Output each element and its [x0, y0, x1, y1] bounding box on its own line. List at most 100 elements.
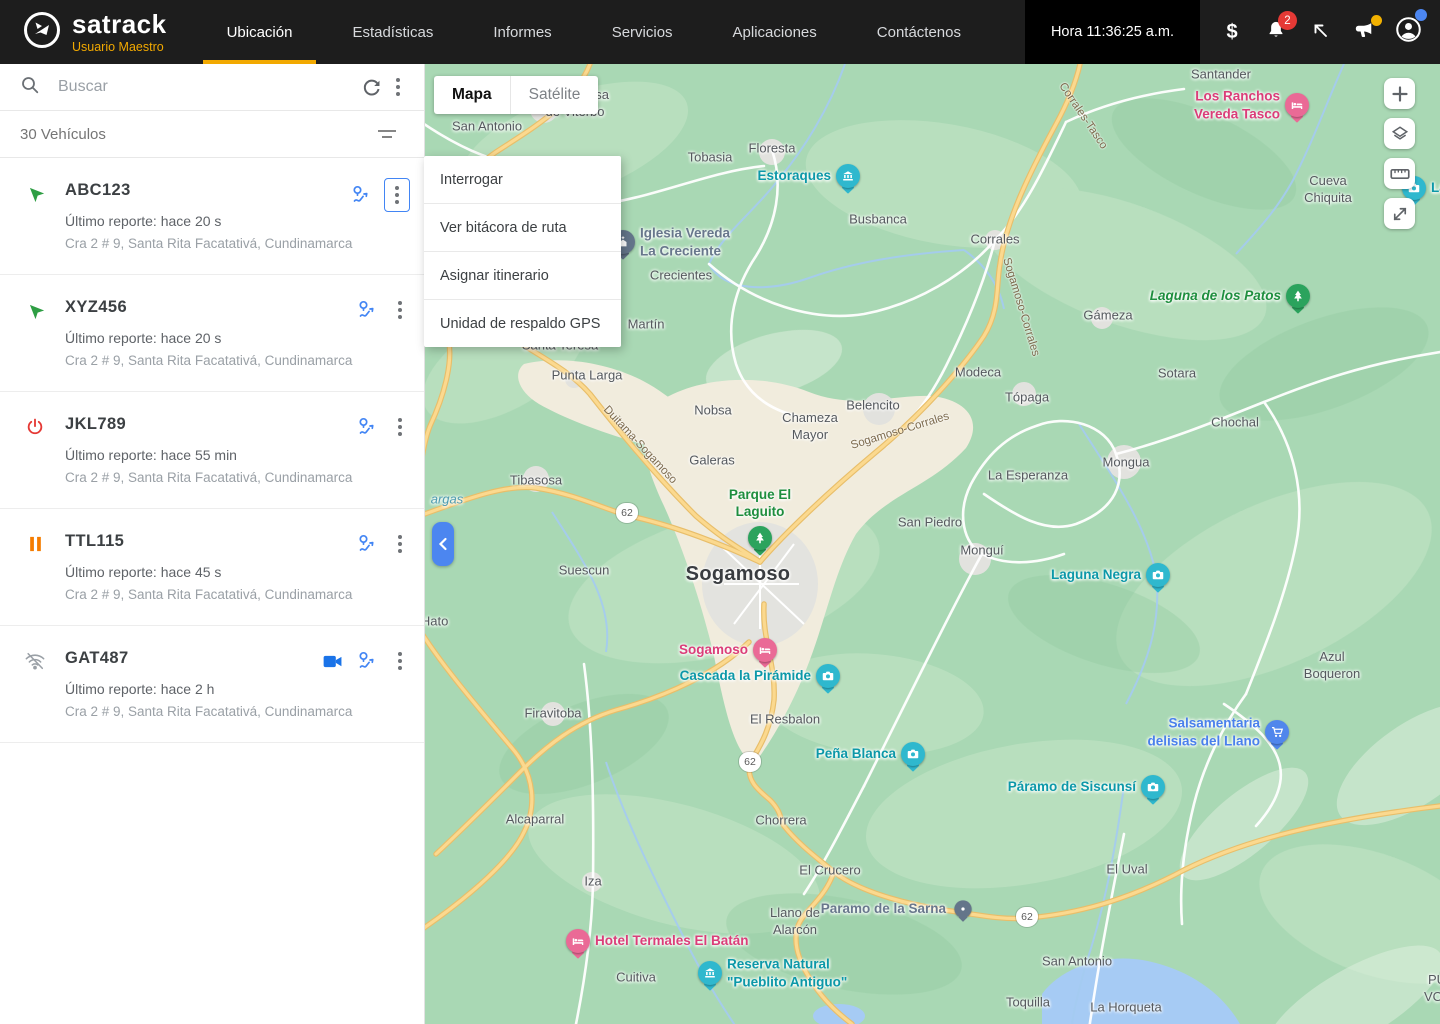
nav-item-servicios[interactable]: Servicios [582, 0, 703, 64]
map-label-llano-de-alarcon: Llano de Alarcón [770, 905, 820, 939]
notification-badge: 2 [1278, 11, 1297, 30]
bed-pin-icon[interactable] [753, 638, 777, 662]
camera-pin-icon[interactable] [1141, 775, 1165, 799]
vehicle-row-gat487[interactable]: GAT487Último reporte: hace 2 hCra 2 # 9,… [0, 626, 424, 743]
camera-pin-icon[interactable] [901, 742, 925, 766]
map-label-firavitoba: Firavitoba [524, 706, 581, 723]
brand-name: satrack [72, 11, 167, 37]
route-history-icon[interactable] [356, 533, 378, 555]
nav-item-informes[interactable]: Informes [463, 0, 581, 64]
map-label-azul-boqueron: Azul Boqueron [1304, 649, 1360, 683]
map-type-toggle: Mapa Satélite [434, 76, 598, 114]
poi-label: Cascada la Pirámide [680, 667, 811, 685]
poi-label: Páramo de Siscunsí [1008, 778, 1136, 796]
bed-pin-icon[interactable] [1285, 93, 1309, 117]
announcements-button[interactable] [1344, 11, 1384, 53]
ruler-button[interactable] [1384, 158, 1415, 189]
museum-pin-icon[interactable] [698, 961, 722, 985]
vehicle-last-report: Último reporte: hace 55 min [65, 447, 408, 463]
vehicle-menu-button[interactable] [390, 412, 410, 442]
map-label-nobsa: Nobsa [694, 403, 732, 420]
vehicle-row-xyz456[interactable]: XYZ456Último reporte: hace 20 sCra 2 # 9… [0, 275, 424, 392]
route-shield-62: 62 [616, 503, 638, 523]
nav-item-aplicaciones[interactable]: Aplicaciones [703, 0, 847, 64]
bed-pin-icon[interactable] [566, 929, 590, 953]
poi-label: Paramo de la Sarna [821, 900, 946, 918]
vehicle-row-ttl115[interactable]: TTL115Último reporte: hace 45 sCra 2 # 9… [0, 509, 424, 626]
sidebar-menu-button[interactable] [388, 72, 408, 102]
map-label-punta-larga: Punta Larga [552, 368, 623, 385]
map-label-topaga: Tópaga [1005, 390, 1049, 407]
vehicle-menu-button[interactable] [384, 178, 410, 212]
vehicle-last-report: Último reporte: hace 45 s [65, 564, 408, 580]
vehicle-row-jkl789[interactable]: JKL789Último reporte: hace 55 minCra 2 #… [0, 392, 424, 509]
map-label-modeca: Modeca [955, 365, 1001, 382]
vehicle-context-menu: InterrogarVer bitácora de rutaAsignar it… [424, 156, 621, 347]
refresh-button[interactable] [354, 70, 388, 104]
vehicle-count: 30 Vehículos [20, 126, 106, 143]
map-label-la-esperanza: La Esperanza [988, 468, 1068, 485]
search-bar [0, 64, 424, 111]
map-label-alcaparral: Alcaparral [506, 812, 565, 829]
map-label-galeras: Galeras [689, 453, 735, 470]
search-input[interactable] [56, 77, 354, 97]
poi-label: Los Ranchos Vereda Tasco [1194, 87, 1280, 122]
nav-item-contactenos[interactable]: Contáctenos [847, 0, 991, 64]
menu-item-interrogar[interactable]: Interrogar [424, 156, 621, 204]
camera-icon[interactable] [322, 654, 344, 669]
map-label-cueva-chiquita: Cueva Chiquita [1304, 173, 1352, 207]
vehicle-menu-button[interactable] [390, 295, 410, 325]
map-label-tibasosa: Tibasosa [510, 473, 562, 490]
map-label-gameza: Gámeza [1083, 308, 1132, 325]
route-shield-62: 62 [739, 752, 761, 772]
map-label-busbanca: Busbanca [849, 212, 907, 229]
nav-item-estadisticas[interactable]: Estadísticas [322, 0, 463, 64]
map-label-toquilla: Toquilla [1006, 995, 1050, 1012]
map-label-belencito: Belencito [846, 398, 899, 415]
map-label-el-uval: El Uval [1106, 862, 1147, 879]
map-label-sotara: Sotara [1158, 366, 1196, 383]
route-history-icon[interactable] [356, 299, 378, 321]
collapse-sidebar-button[interactable] [432, 522, 454, 566]
filter-button[interactable] [370, 117, 404, 151]
map-label-san-antonio: San Antonio [452, 119, 522, 136]
vehicle-menu-button[interactable] [390, 529, 410, 559]
profile-button[interactable] [1388, 11, 1428, 53]
satrack-logo-icon [22, 10, 62, 55]
map-type-map[interactable]: Mapa [434, 76, 511, 114]
camera-pin-icon[interactable] [1146, 563, 1170, 587]
map-label-corrales: Corrales [970, 232, 1019, 249]
pointer-tool-button[interactable] [1300, 11, 1340, 53]
notifications-button[interactable]: 2 [1256, 11, 1296, 53]
route-history-icon[interactable] [350, 184, 372, 206]
vehicle-row-abc123[interactable]: ABC123Último reporte: hace 20 sCra 2 # 9… [0, 158, 424, 275]
map-type-satellite[interactable]: Satélite [511, 76, 599, 114]
map-label-martin: Martín [628, 317, 665, 334]
tree-pin-icon[interactable] [748, 526, 772, 550]
route-history-icon[interactable] [356, 650, 378, 672]
nav-item-ubicacion[interactable]: Ubicación [197, 0, 323, 64]
fullscreen-button[interactable] [1384, 198, 1415, 229]
menu-item-ver-bitacora-de-ruta[interactable]: Ver bitácora de ruta [424, 204, 621, 252]
vehicle-list: ABC123Último reporte: hace 20 sCra 2 # 9… [0, 158, 424, 743]
arrow-up-left-icon [1310, 20, 1330, 45]
zoom-in-button[interactable] [1384, 78, 1415, 109]
billing-button[interactable]: $ [1212, 11, 1252, 53]
vehicle-address: Cra 2 # 9, Santa Rita Facatativá, Cundin… [65, 704, 408, 719]
tree-pin-icon[interactable] [1286, 284, 1310, 308]
menu-item-unidad-de-respaldo-gps[interactable]: Unidad de respaldo GPS [424, 300, 621, 347]
vehicle-menu-button[interactable] [390, 646, 410, 676]
cart-pin-icon[interactable] [1265, 720, 1289, 744]
layers-button[interactable] [1384, 118, 1415, 149]
poi-label: Parque El Laguito [729, 486, 791, 521]
status-no-signal-icon [24, 650, 46, 672]
poi-label: Sogamoso [679, 641, 748, 659]
dot-pin-icon[interactable] [954, 900, 971, 917]
museum-pin-icon[interactable] [836, 164, 860, 188]
brand-subtitle: Usuario Maestro [72, 41, 167, 54]
map-label-argas: argas [431, 492, 464, 509]
route-history-icon[interactable] [356, 416, 378, 438]
announcement-dot [1371, 15, 1382, 26]
camera-pin-icon[interactable] [816, 664, 840, 688]
menu-item-asignar-itinerario[interactable]: Asignar itinerario [424, 252, 621, 300]
